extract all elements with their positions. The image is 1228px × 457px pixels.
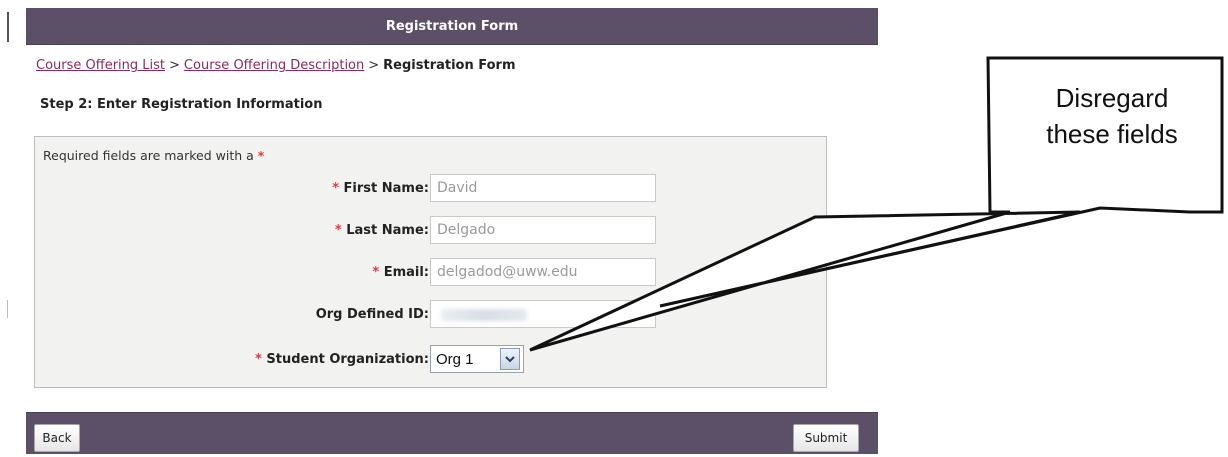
callout-line-2: these fields [1046,119,1178,149]
callout-shape [529,56,1224,352]
callout-line-1: Disregard [1055,83,1169,113]
callout-text: Disregard these fields [1012,80,1212,152]
